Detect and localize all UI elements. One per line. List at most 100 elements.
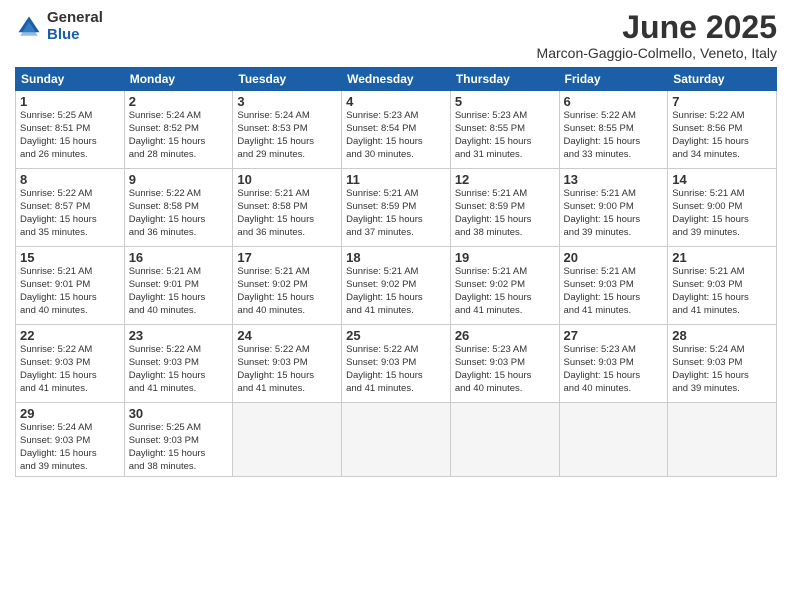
day-info: Sunrise: 5:25 AM Sunset: 9:03 PM Dayligh… [129, 422, 229, 473]
table-row: 22Sunrise: 5:22 AM Sunset: 9:03 PM Dayli… [16, 325, 125, 403]
table-row: 20Sunrise: 5:21 AM Sunset: 9:03 PM Dayli… [559, 247, 668, 325]
table-row: 28Sunrise: 5:24 AM Sunset: 9:03 PM Dayli… [668, 325, 777, 403]
day-info: Sunrise: 5:21 AM Sunset: 9:00 PM Dayligh… [564, 188, 664, 239]
table-row: 3Sunrise: 5:24 AM Sunset: 8:53 PM Daylig… [233, 91, 342, 169]
day-info: Sunrise: 5:21 AM Sunset: 9:01 PM Dayligh… [129, 266, 229, 317]
day-info: Sunrise: 5:21 AM Sunset: 8:59 PM Dayligh… [455, 188, 555, 239]
day-number: 6 [564, 94, 664, 109]
table-row: 9Sunrise: 5:22 AM Sunset: 8:58 PM Daylig… [124, 169, 233, 247]
day-info: Sunrise: 5:21 AM Sunset: 8:58 PM Dayligh… [237, 188, 337, 239]
table-row: 25Sunrise: 5:22 AM Sunset: 9:03 PM Dayli… [342, 325, 451, 403]
day-info: Sunrise: 5:25 AM Sunset: 8:51 PM Dayligh… [20, 110, 120, 161]
col-friday: Friday [559, 68, 668, 91]
table-row: 29Sunrise: 5:24 AM Sunset: 9:03 PM Dayli… [16, 403, 125, 477]
table-row: 17Sunrise: 5:21 AM Sunset: 9:02 PM Dayli… [233, 247, 342, 325]
day-number: 30 [129, 406, 229, 421]
table-row: 1Sunrise: 5:25 AM Sunset: 8:51 PM Daylig… [16, 91, 125, 169]
day-info: Sunrise: 5:21 AM Sunset: 9:02 PM Dayligh… [346, 266, 446, 317]
day-number: 3 [237, 94, 337, 109]
table-row: 16Sunrise: 5:21 AM Sunset: 9:01 PM Dayli… [124, 247, 233, 325]
calendar-subtitle: Marcon-Gaggio-Colmello, Veneto, Italy [537, 45, 777, 61]
table-row: 12Sunrise: 5:21 AM Sunset: 8:59 PM Dayli… [450, 169, 559, 247]
day-number: 17 [237, 250, 337, 265]
day-info: Sunrise: 5:24 AM Sunset: 9:03 PM Dayligh… [672, 344, 772, 395]
day-info: Sunrise: 5:22 AM Sunset: 8:56 PM Dayligh… [672, 110, 772, 161]
day-number: 2 [129, 94, 229, 109]
day-number: 24 [237, 328, 337, 343]
col-monday: Monday [124, 68, 233, 91]
day-number: 11 [346, 172, 446, 187]
day-info: Sunrise: 5:22 AM Sunset: 9:03 PM Dayligh… [346, 344, 446, 395]
day-number: 16 [129, 250, 229, 265]
col-tuesday: Tuesday [233, 68, 342, 91]
day-number: 14 [672, 172, 772, 187]
header: General Blue June 2025 Marcon-Gaggio-Col… [15, 10, 777, 61]
day-number: 22 [20, 328, 120, 343]
table-row: 6Sunrise: 5:22 AM Sunset: 8:55 PM Daylig… [559, 91, 668, 169]
day-info: Sunrise: 5:22 AM Sunset: 8:58 PM Dayligh… [129, 188, 229, 239]
logo-text: General Blue [47, 10, 103, 43]
page: General Blue June 2025 Marcon-Gaggio-Col… [0, 0, 792, 612]
day-info: Sunrise: 5:23 AM Sunset: 9:03 PM Dayligh… [455, 344, 555, 395]
day-info: Sunrise: 5:21 AM Sunset: 9:03 PM Dayligh… [564, 266, 664, 317]
table-row: 30Sunrise: 5:25 AM Sunset: 9:03 PM Dayli… [124, 403, 233, 477]
title-block: June 2025 Marcon-Gaggio-Colmello, Veneto… [537, 10, 777, 61]
table-row: 7Sunrise: 5:22 AM Sunset: 8:56 PM Daylig… [668, 91, 777, 169]
day-info: Sunrise: 5:22 AM Sunset: 8:55 PM Dayligh… [564, 110, 664, 161]
logo-blue: Blue [47, 27, 103, 44]
day-number: 20 [564, 250, 664, 265]
col-sunday: Sunday [16, 68, 125, 91]
day-info: Sunrise: 5:24 AM Sunset: 9:03 PM Dayligh… [20, 422, 120, 473]
day-info: Sunrise: 5:24 AM Sunset: 8:53 PM Dayligh… [237, 110, 337, 161]
table-row [559, 403, 668, 477]
table-row: 23Sunrise: 5:22 AM Sunset: 9:03 PM Dayli… [124, 325, 233, 403]
calendar-title: June 2025 [537, 10, 777, 45]
table-row: 27Sunrise: 5:23 AM Sunset: 9:03 PM Dayli… [559, 325, 668, 403]
table-row: 21Sunrise: 5:21 AM Sunset: 9:03 PM Dayli… [668, 247, 777, 325]
day-number: 26 [455, 328, 555, 343]
day-number: 15 [20, 250, 120, 265]
day-number: 4 [346, 94, 446, 109]
day-info: Sunrise: 5:21 AM Sunset: 9:00 PM Dayligh… [672, 188, 772, 239]
table-row: 13Sunrise: 5:21 AM Sunset: 9:00 PM Dayli… [559, 169, 668, 247]
col-wednesday: Wednesday [342, 68, 451, 91]
day-number: 29 [20, 406, 120, 421]
day-info: Sunrise: 5:23 AM Sunset: 9:03 PM Dayligh… [564, 344, 664, 395]
day-number: 13 [564, 172, 664, 187]
table-row: 14Sunrise: 5:21 AM Sunset: 9:00 PM Dayli… [668, 169, 777, 247]
day-number: 27 [564, 328, 664, 343]
day-info: Sunrise: 5:21 AM Sunset: 9:02 PM Dayligh… [237, 266, 337, 317]
table-row: 19Sunrise: 5:21 AM Sunset: 9:02 PM Dayli… [450, 247, 559, 325]
table-row: 5Sunrise: 5:23 AM Sunset: 8:55 PM Daylig… [450, 91, 559, 169]
day-number: 10 [237, 172, 337, 187]
day-info: Sunrise: 5:21 AM Sunset: 9:02 PM Dayligh… [455, 266, 555, 317]
table-row [342, 403, 451, 477]
day-number: 19 [455, 250, 555, 265]
day-number: 8 [20, 172, 120, 187]
table-row: 24Sunrise: 5:22 AM Sunset: 9:03 PM Dayli… [233, 325, 342, 403]
day-info: Sunrise: 5:24 AM Sunset: 8:52 PM Dayligh… [129, 110, 229, 161]
day-number: 23 [129, 328, 229, 343]
table-row: 15Sunrise: 5:21 AM Sunset: 9:01 PM Dayli… [16, 247, 125, 325]
table-row: 2Sunrise: 5:24 AM Sunset: 8:52 PM Daylig… [124, 91, 233, 169]
day-info: Sunrise: 5:22 AM Sunset: 9:03 PM Dayligh… [129, 344, 229, 395]
logo-icon [15, 13, 43, 41]
table-row: 4Sunrise: 5:23 AM Sunset: 8:54 PM Daylig… [342, 91, 451, 169]
day-number: 1 [20, 94, 120, 109]
header-row: Sunday Monday Tuesday Wednesday Thursday… [16, 68, 777, 91]
logo-general: General [47, 10, 103, 27]
col-saturday: Saturday [668, 68, 777, 91]
day-number: 28 [672, 328, 772, 343]
day-info: Sunrise: 5:22 AM Sunset: 9:03 PM Dayligh… [20, 344, 120, 395]
table-row [450, 403, 559, 477]
col-thursday: Thursday [450, 68, 559, 91]
logo: General Blue [15, 10, 103, 43]
calendar-table: Sunday Monday Tuesday Wednesday Thursday… [15, 67, 777, 477]
day-number: 12 [455, 172, 555, 187]
day-number: 18 [346, 250, 446, 265]
day-info: Sunrise: 5:21 AM Sunset: 8:59 PM Dayligh… [346, 188, 446, 239]
day-number: 9 [129, 172, 229, 187]
day-number: 25 [346, 328, 446, 343]
day-info: Sunrise: 5:21 AM Sunset: 9:01 PM Dayligh… [20, 266, 120, 317]
table-row: 8Sunrise: 5:22 AM Sunset: 8:57 PM Daylig… [16, 169, 125, 247]
